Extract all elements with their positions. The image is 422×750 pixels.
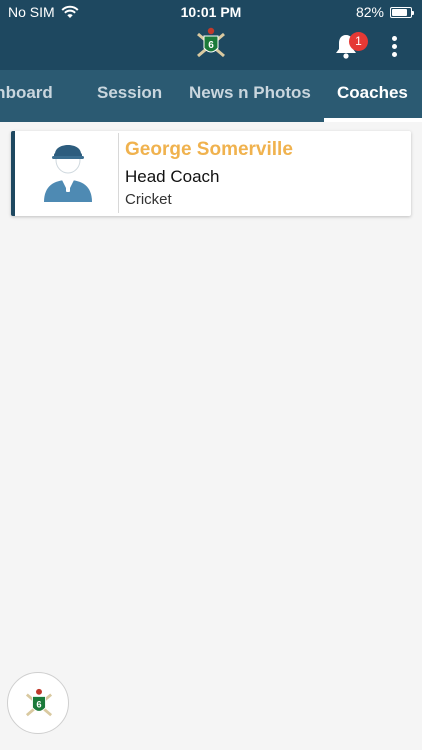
battery-percent: 82% (355, 4, 384, 20)
battery-fill (392, 8, 407, 16)
app-header: No SIM 10:01 PM 82% 6 1 hboard Session N… (0, 0, 422, 122)
status-bar: No SIM 10:01 PM 82% (0, 0, 422, 24)
tab-coaches[interactable]: Coaches (337, 70, 408, 122)
coach-sport: Cricket (125, 191, 172, 208)
tab-bar: Dashboard Session News n Photos Coaches (0, 70, 422, 122)
active-tab-indicator (324, 118, 422, 122)
tab-dashboard[interactable]: Dashboard (0, 70, 53, 122)
tab-session[interactable]: Session (97, 70, 162, 122)
battery-icon (390, 6, 414, 18)
coach-card[interactable]: George Somerville Head Coach Cricket (11, 131, 411, 216)
cricket-logo-icon: 6 (25, 688, 53, 717)
coach-role: Head Coach (125, 167, 220, 186)
app-bar: 6 1 (0, 24, 422, 70)
logo-number: 6 (208, 40, 214, 51)
coach-name: George Somerville (125, 139, 293, 160)
floating-logo-button[interactable]: 6 (7, 672, 69, 734)
more-vertical-icon[interactable] (388, 36, 400, 62)
card-divider (118, 133, 119, 213)
kebab-dot (391, 52, 397, 57)
notification-badge: 1 (349, 32, 368, 51)
tab-news-n-photos[interactable]: News n Photos (189, 70, 311, 122)
fab-logo-number: 6 (36, 700, 41, 710)
status-right: 82% (355, 4, 414, 20)
cricket-logo-icon: 6 (197, 27, 225, 58)
coach-avatar-icon (44, 145, 92, 202)
kebab-dot (391, 44, 397, 49)
kebab-dot (391, 36, 397, 41)
